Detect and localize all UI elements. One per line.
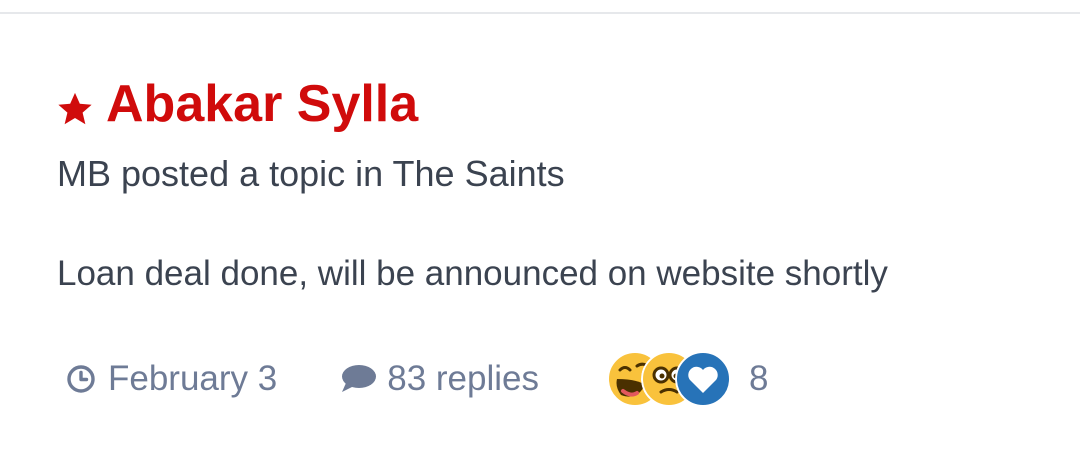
heart-reaction-icon — [675, 351, 732, 407]
topic-card: Abakar Sylla MB posted a topic in The Sa… — [0, 0, 1080, 451]
topic-stats: February 3 83 replies 8 — [66, 351, 768, 407]
topic-meta: MB posted a topic in The Saints — [57, 153, 565, 194]
topic-snippet: Loan deal done, will be announced on web… — [57, 254, 888, 293]
top-divider — [0, 12, 1080, 14]
topic-title-row: Abakar Sylla — [56, 74, 418, 134]
replies-stat[interactable]: 83 replies — [339, 359, 539, 399]
topic-title-link[interactable]: Abakar Sylla — [106, 74, 418, 134]
clock-icon — [67, 365, 95, 393]
date-stat[interactable]: February 3 — [66, 359, 277, 399]
star-icon — [58, 92, 92, 125]
date-label: February 3 — [108, 359, 278, 398]
reactions-summary[interactable]: 8 — [607, 351, 768, 407]
replies-label: 83 replies — [387, 359, 540, 398]
reaction-count: 8 — [749, 359, 769, 398]
speech-bubble-icon — [342, 365, 377, 392]
